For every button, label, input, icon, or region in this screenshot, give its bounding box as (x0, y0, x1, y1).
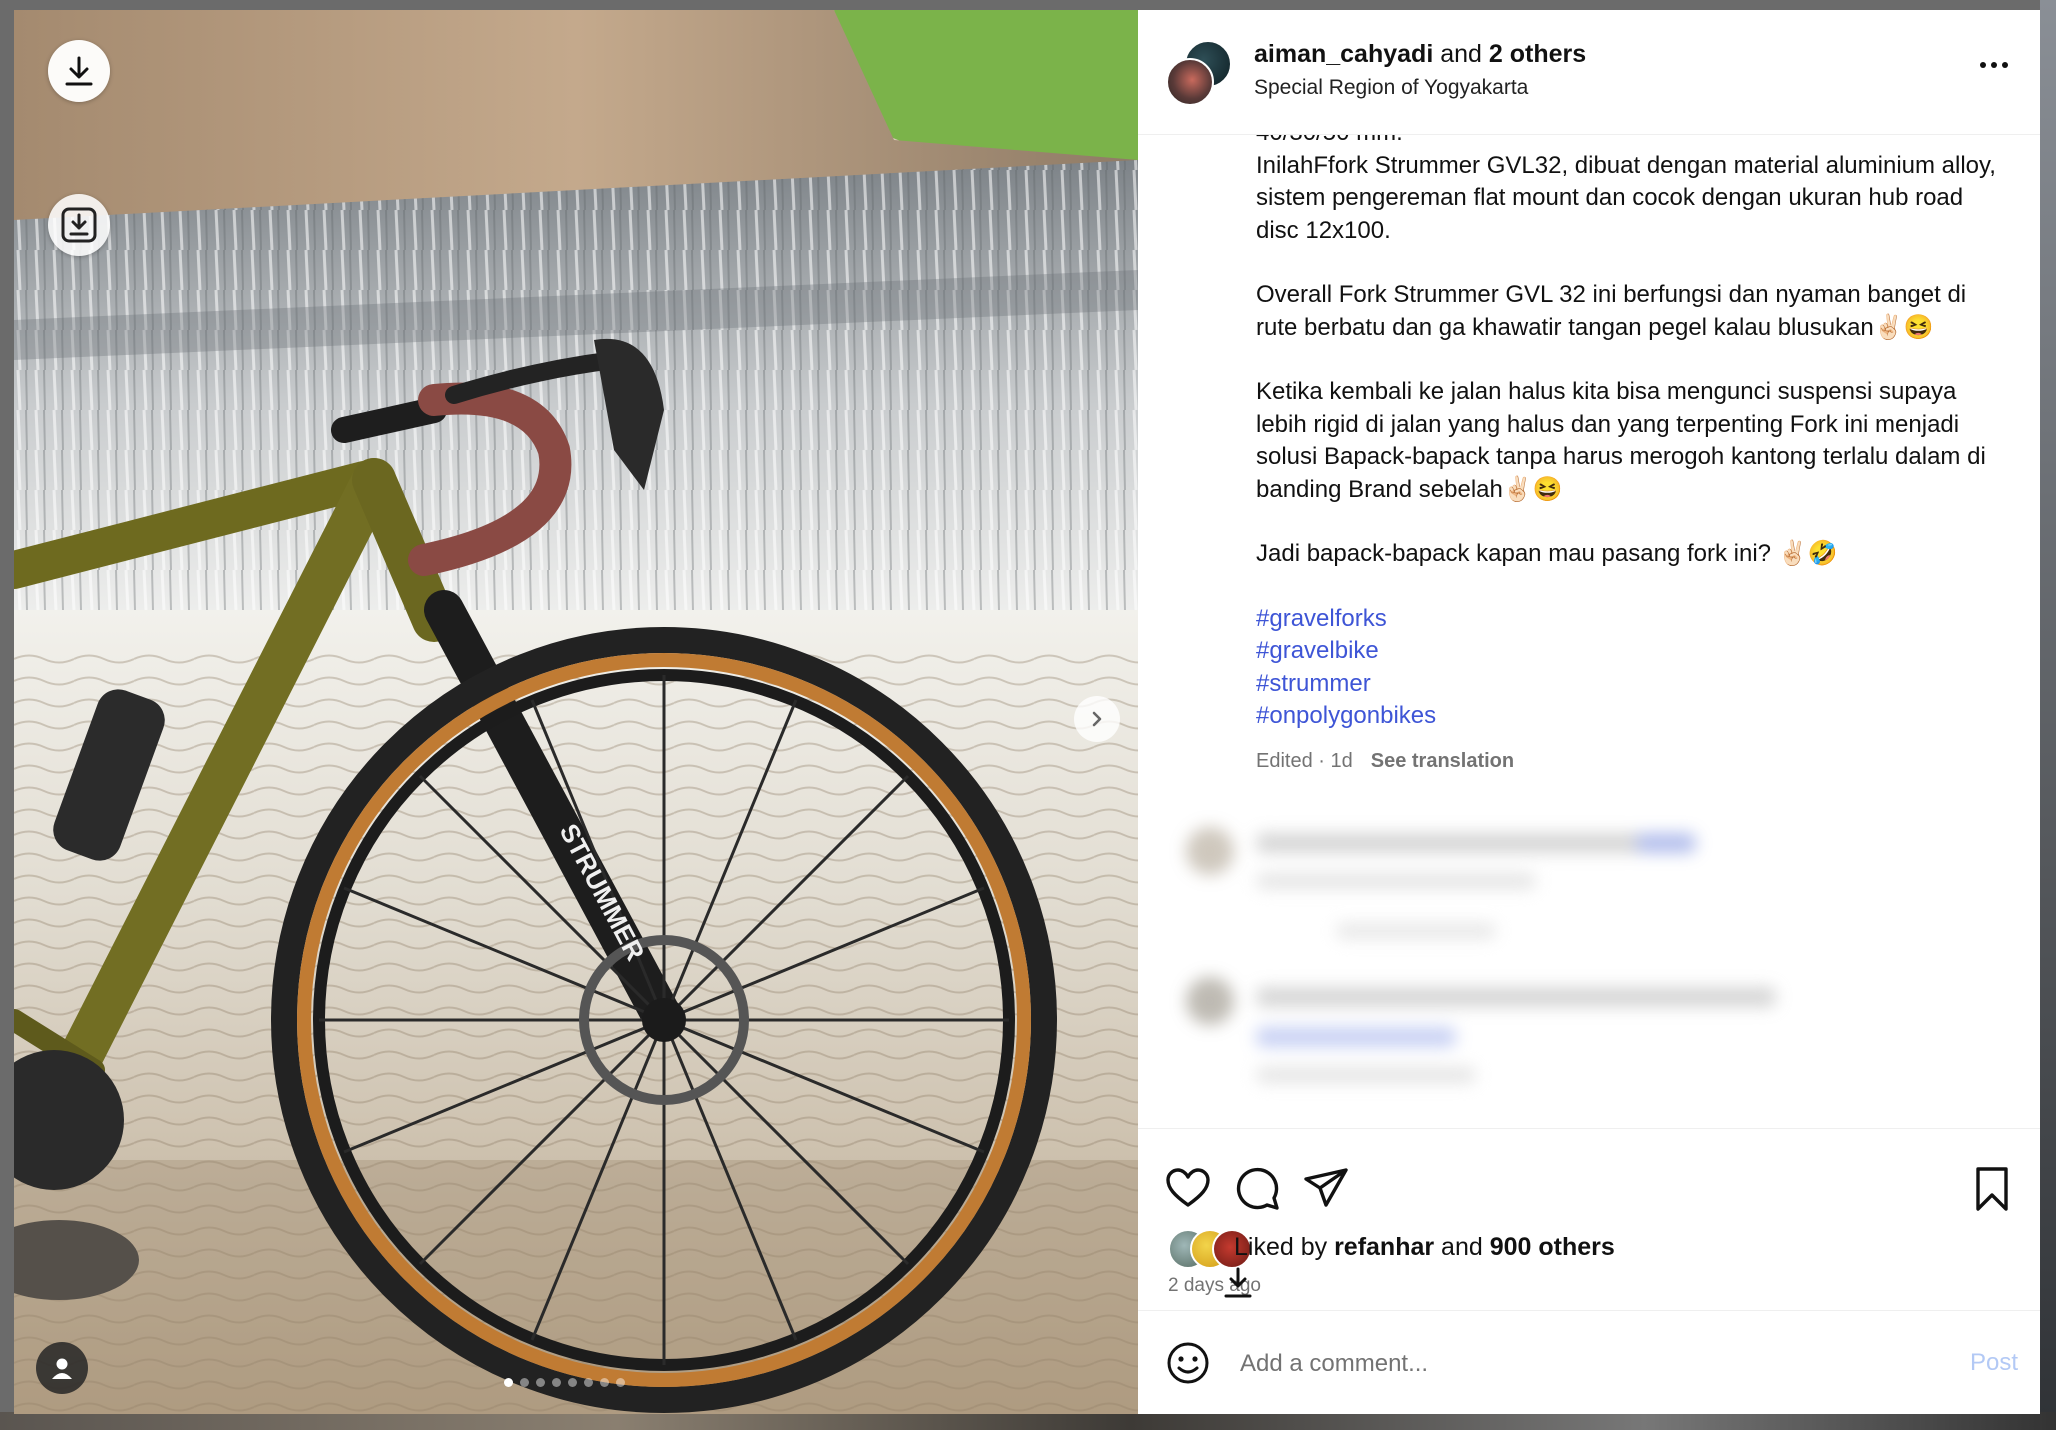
avatar[interactable] (1166, 58, 1214, 106)
next-photo-button[interactable] (1074, 696, 1120, 742)
blurred-comments (1186, 817, 1996, 1130)
more-options-icon (1980, 62, 2008, 68)
others-link[interactable]: 2 others (1489, 40, 1586, 68)
comment-composer: Post (1138, 1310, 2040, 1414)
bike-photo-scene: STRUMMER (14, 10, 1138, 1414)
background-page-bottom (0, 1412, 2056, 1430)
like-button[interactable] (1164, 1165, 1212, 1213)
hashtag-link[interactable]: #strummer (1256, 668, 1996, 701)
comment-button[interactable] (1234, 1165, 1282, 1213)
share-icon (1304, 1168, 1348, 1207)
hashtag-list: #gravelforks #gravelbike #strummer #onpo… (1256, 603, 1996, 733)
chevron-right-icon (1092, 711, 1102, 727)
caption-paragraph: Ketika kembali ke jalan halus kita bisa … (1256, 378, 1986, 503)
download-icon (65, 56, 93, 86)
user-tag-button[interactable] (36, 1342, 88, 1394)
hashtag-link[interactable]: #onpolygonbikes (1256, 700, 1996, 733)
liker-username-link[interactable]: refanhar (1334, 1233, 1434, 1261)
carousel-dot (584, 1378, 593, 1387)
user-tag-icon (52, 1358, 72, 1379)
hashtag-link[interactable]: #gravelforks (1256, 603, 1996, 636)
and-text: and (1434, 1233, 1490, 1261)
caption-text: 40/30/50 mm. InilahFfork Strummer GVL32,… (1186, 134, 1996, 1130)
post-modal: STRUMMER aiman_cahyadi and 2 others Spec… (14, 10, 2040, 1414)
download-overlay-button[interactable] (1220, 1263, 1256, 1303)
comment-icon (1236, 1167, 1279, 1210)
location-link[interactable]: Special Region of Yogyakarta (1254, 76, 1528, 100)
caption-partial-line: 40/30/50 mm. (1256, 134, 1996, 150)
likes-others-link[interactable]: 900 others (1490, 1233, 1615, 1261)
see-translation-link[interactable]: See translation (1371, 750, 1514, 772)
carousel-dot (520, 1378, 529, 1387)
edited-timestamp: Edited · 1d (1256, 749, 1353, 772)
bookmark-icon (1976, 1167, 2008, 1211)
more-options-button[interactable] (1974, 50, 2014, 80)
author-username-link[interactable]: aiman_cahyadi (1254, 40, 1433, 68)
emoji-icon (1167, 1342, 1209, 1384)
carousel-dot (568, 1378, 577, 1387)
download-button[interactable] (48, 40, 110, 102)
caption-paragraph: Overall Fork Strummer GVL 32 ini berfung… (1256, 281, 1967, 341)
carousel-dot (504, 1378, 513, 1387)
liked-by-prefix: Liked by (1234, 1233, 1335, 1261)
save-download-icon (61, 207, 97, 243)
download-icon (1224, 1267, 1252, 1298)
post-comment-button[interactable]: Post (1970, 1349, 2018, 1377)
and-text: and (1433, 40, 1489, 68)
collab-avatars[interactable] (1166, 40, 1232, 106)
carousel-indicator (504, 1378, 625, 1387)
heart-icon (1166, 1168, 1210, 1207)
save-to-device-button[interactable] (48, 194, 110, 256)
emoji-button[interactable] (1166, 1341, 1210, 1385)
post-authors: aiman_cahyadi and 2 others (1254, 40, 1586, 69)
carousel-dot (616, 1378, 625, 1387)
background-page-right (2040, 0, 2056, 1430)
caption-paragraph: InilahFfork Strummer GVL32, dibuat denga… (1256, 151, 1996, 244)
caption-scroll-area[interactable]: 40/30/50 mm. InilahFfork Strummer GVL32,… (1138, 134, 2040, 1130)
save-button[interactable] (1968, 1165, 2016, 1213)
post-header: aiman_cahyadi and 2 others Special Regio… (1138, 10, 2040, 135)
hashtag-link[interactable]: #gravelbike (1256, 635, 1996, 668)
post-photo[interactable]: STRUMMER (14, 10, 1138, 1414)
carousel-dot (600, 1378, 609, 1387)
caption-meta: Edited · 1d See translation (1256, 745, 1996, 778)
post-details-panel: aiman_cahyadi and 2 others Special Regio… (1138, 10, 2040, 1414)
carousel-dot (536, 1378, 545, 1387)
post-actions: Liked by refanhar and 900 others 2 days … (1138, 1128, 2040, 1298)
carousel-dot (552, 1378, 561, 1387)
likes-summary: Liked by refanhar and 900 others (1234, 1233, 1615, 1262)
comment-input[interactable] (1238, 1341, 1842, 1387)
caption-paragraph: Jadi bapack-bapack kapan mau pasang fork… (1256, 540, 1838, 567)
share-button[interactable] (1302, 1165, 1350, 1213)
